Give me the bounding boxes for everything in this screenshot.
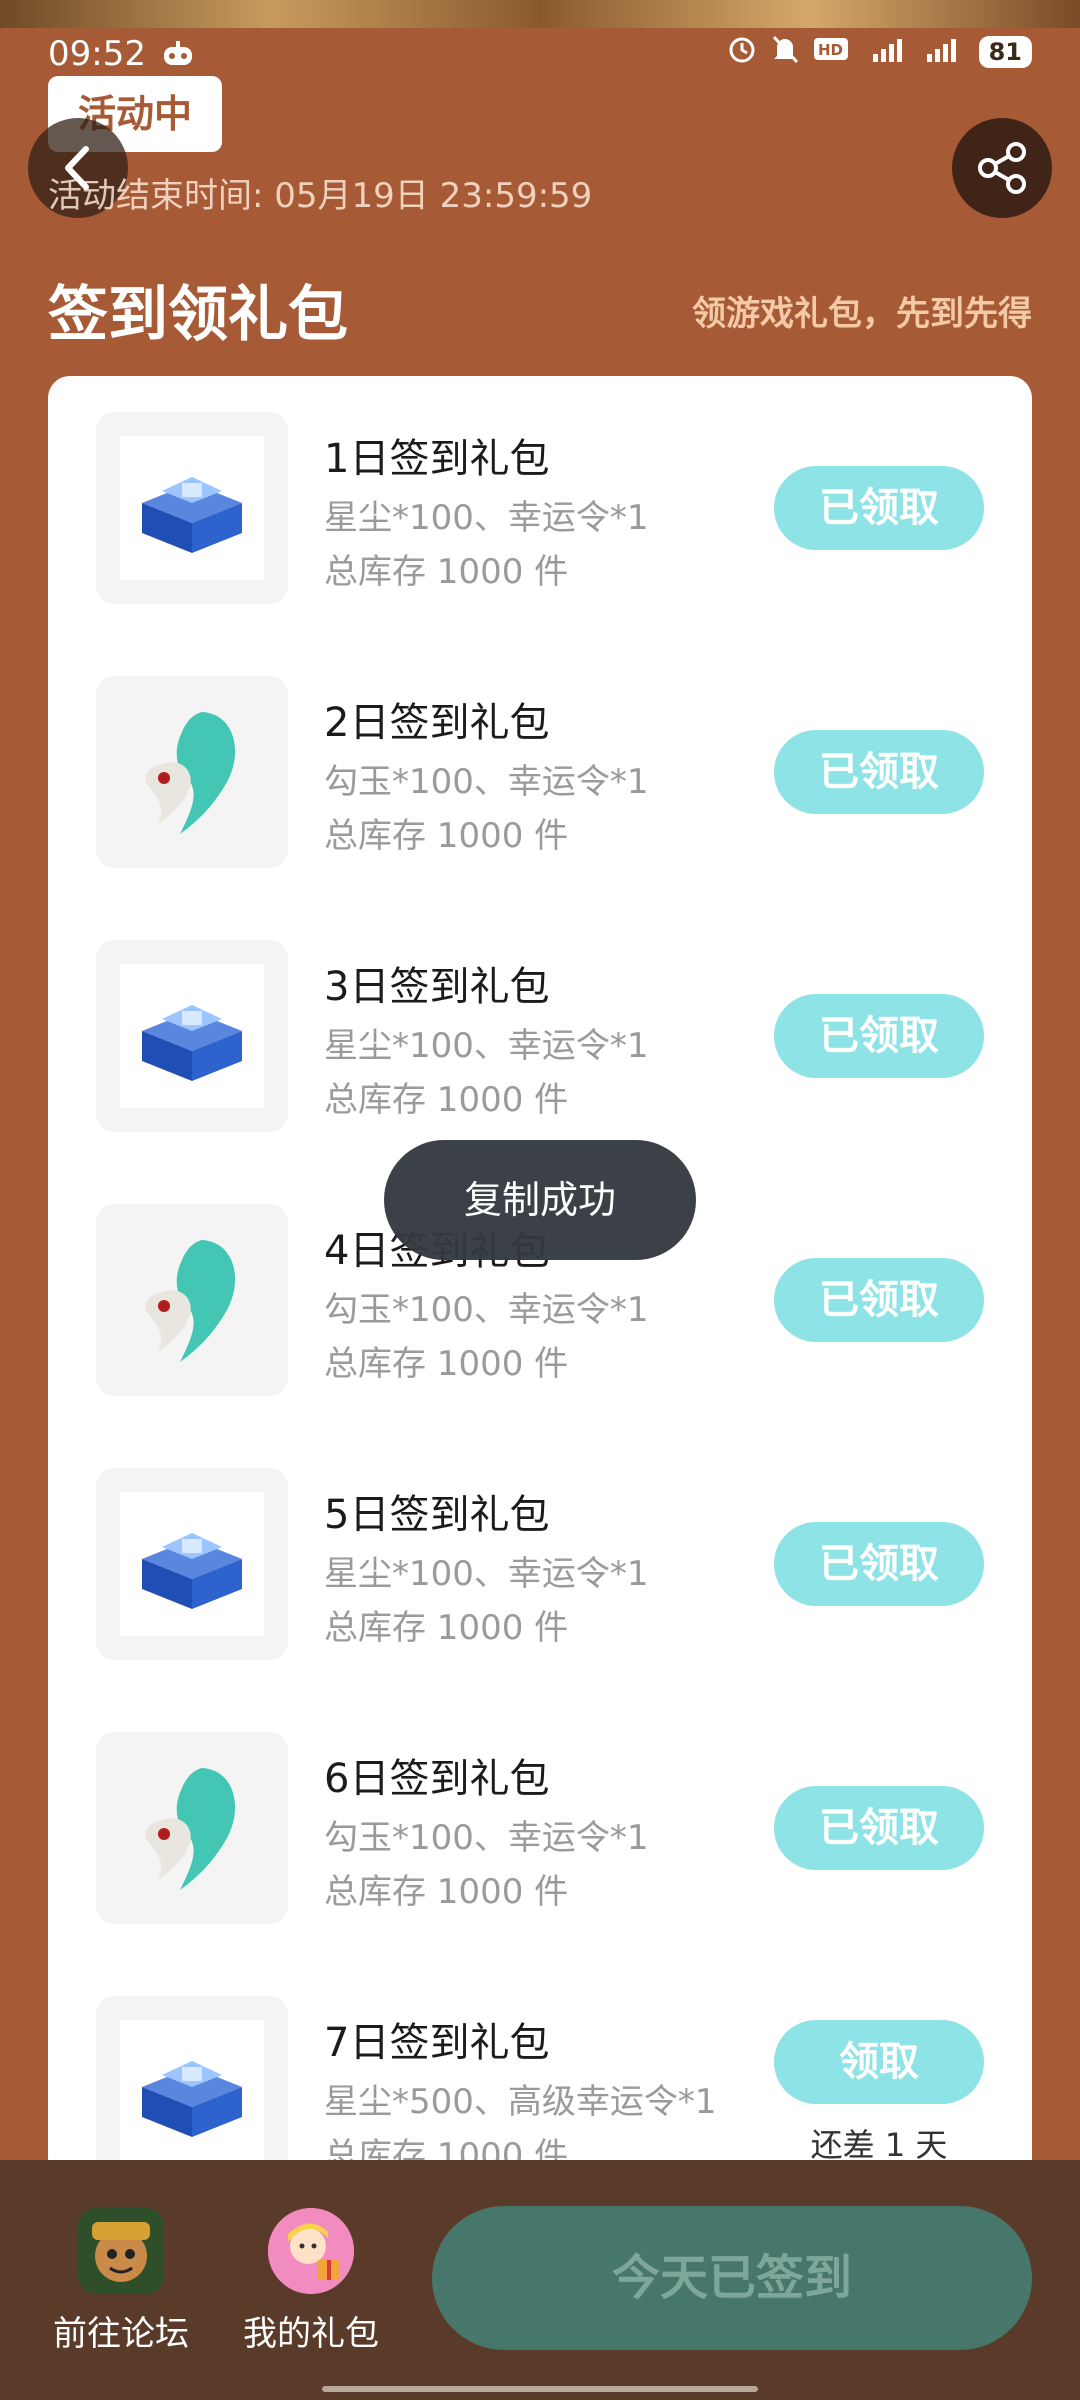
gift-list-card: 1日签到礼包 星尘*100、幸运令*1 总库存 1000 件 已领取 2日签到礼… (48, 376, 1032, 2196)
gift-thumbnail (96, 412, 288, 604)
forum-label: 前往论坛 (53, 2314, 189, 2354)
mute-icon (771, 34, 799, 70)
gift-title: 5日签到礼包 (324, 1492, 550, 1538)
gift-row: 6日签到礼包 勾玉*100、幸运令*1 总库存 1000 件 已领取 (48, 1732, 1032, 1924)
claimed-button[interactable]: 已领取 (774, 466, 984, 550)
svg-text:HD: HD (818, 41, 843, 59)
home-indicator[interactable] (322, 2386, 758, 2392)
magatama-icon (145, 1240, 236, 1362)
share-icon (978, 142, 1026, 194)
share-button[interactable] (952, 118, 1052, 218)
gift-description: 星尘*100、幸运令*1 (324, 1026, 649, 1066)
gift-description: 星尘*100、幸运令*1 (324, 1554, 649, 1594)
gift-thumbnail (96, 1468, 288, 1660)
gift-row: 3日签到礼包 星尘*100、幸运令*1 总库存 1000 件 已领取 (48, 940, 1032, 1132)
gift-description: 星尘*100、幸运令*1 (324, 498, 649, 538)
status-bar: 09:52 HD 81 (0, 28, 1080, 80)
status-time: 09:52 (48, 34, 146, 74)
signal-4g-icon (871, 34, 911, 70)
gift-description: 星尘*500、高级幸运令*1 (324, 2082, 717, 2122)
section-subtitle: 领游戏礼包，先到先得 (692, 294, 1032, 334)
signed-today-button[interactable]: 今天已签到 (432, 2206, 1032, 2350)
gift-stock: 总库存 1000 件 (324, 816, 569, 856)
gift-stock: 总库存 1000 件 (324, 1872, 569, 1912)
activity-end-time: 活动结束时间: 05月19日 23:59:59 (48, 176, 593, 216)
gift-stock: 总库存 1000 件 (324, 1344, 569, 1384)
claimed-button[interactable]: 已领取 (774, 1522, 984, 1606)
alarm-icon (727, 34, 757, 70)
status-icons: HD 81 (727, 34, 1032, 70)
treasure-chest-icon (142, 1533, 242, 1609)
gift-row: 2日签到礼包 勾玉*100、幸运令*1 总库存 1000 件 已领取 (48, 676, 1032, 868)
gift-row: 1日签到礼包 星尘*100、幸运令*1 总库存 1000 件 已领取 (48, 412, 1032, 604)
bottom-action-bar: 前往论坛 我的礼包 今天已签到 (0, 2160, 1080, 2400)
gift-thumbnail (96, 940, 288, 1132)
hd-icon: HD (813, 34, 857, 70)
gift-description: 勾玉*100、幸运令*1 (324, 1818, 649, 1858)
battery-indicator: 81 (978, 36, 1032, 68)
game-controller-icon (162, 38, 194, 78)
forum-link[interactable]: 前往论坛 (36, 2208, 206, 2355)
gift-description: 勾玉*100、幸运令*1 (324, 1290, 649, 1330)
claimed-button[interactable]: 已领取 (774, 1786, 984, 1870)
treasure-chest-icon (142, 2061, 242, 2137)
gift-description: 勾玉*100、幸运令*1 (324, 762, 649, 802)
claim-button[interactable]: 领取 (774, 2020, 984, 2104)
gift-stock: 总库存 1000 件 (324, 1080, 569, 1120)
game-forum-icon (78, 2208, 164, 2294)
gift-title: 6日签到礼包 (324, 1756, 550, 1802)
gift-stock: 总库存 1000 件 (324, 552, 569, 592)
claimed-button[interactable]: 已领取 (774, 1258, 984, 1342)
gift-title: 3日签到礼包 (324, 964, 550, 1010)
treasure-chest-icon (142, 1005, 242, 1081)
toast-message: 复制成功 (384, 1140, 696, 1260)
banner-image-strip (0, 0, 1080, 28)
treasure-chest-icon (142, 477, 242, 553)
signal-5g-icon (925, 34, 965, 70)
gift-title: 2日签到礼包 (324, 700, 550, 746)
claimed-button[interactable]: 已领取 (774, 730, 984, 814)
gift-stock: 总库存 1000 件 (324, 1608, 569, 1648)
magatama-icon (145, 712, 236, 834)
gift-thumbnail (96, 1732, 288, 1924)
gift-thumbnail (96, 1204, 288, 1396)
gift-title: 1日签到礼包 (324, 436, 550, 482)
my-gifts-label: 我的礼包 (243, 2314, 379, 2354)
gift-mascot-icon (268, 2208, 354, 2294)
claimed-button[interactable]: 已领取 (774, 994, 984, 1078)
gift-title: 7日签到礼包 (324, 2020, 550, 2066)
gift-thumbnail (96, 676, 288, 868)
magatama-icon (145, 1768, 236, 1890)
gift-row: 5日签到礼包 星尘*100、幸运令*1 总库存 1000 件 已领取 (48, 1468, 1032, 1660)
my-gifts-link[interactable]: 我的礼包 (226, 2208, 396, 2355)
section-title: 签到领礼包 (48, 280, 348, 350)
